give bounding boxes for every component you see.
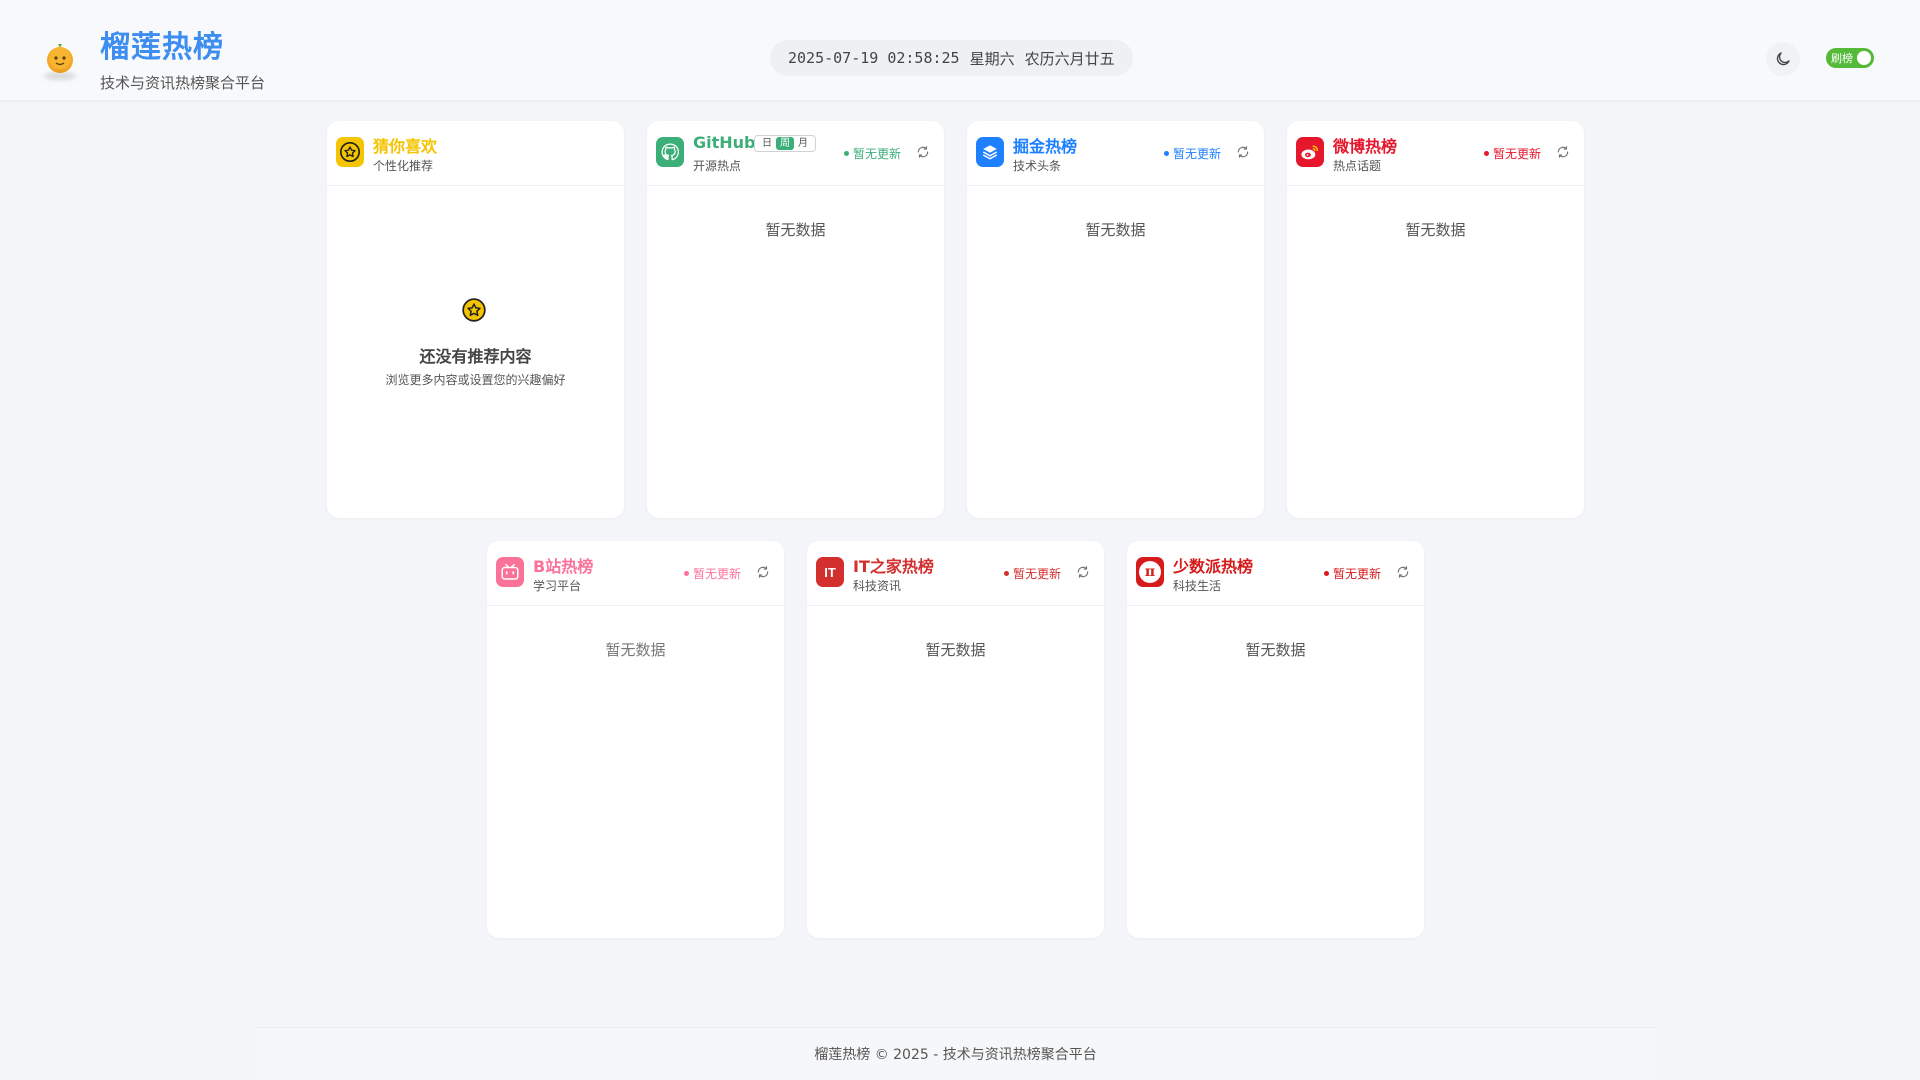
status-text: 暂无更新 (1013, 567, 1062, 581)
card-ithome: IT IT之家热榜 科技资讯 暂无更新 暂无数据 (807, 541, 1104, 938)
update-status: 暂无更新 (1484, 145, 1541, 162)
empty-data-text: 暂无数据 (765, 221, 826, 239)
status-dot (684, 571, 689, 576)
empty-data-text: 暂无数据 (605, 641, 666, 659)
status-dot (844, 151, 849, 156)
card-subtitle: 科技生活 (1173, 579, 1222, 593)
empty-data-text: 暂无数据 (1245, 641, 1306, 659)
status-dot (1004, 571, 1009, 576)
card-title: GitHub (693, 133, 756, 152)
durian-logo-icon[interactable] (42, 40, 78, 80)
status-dot (1484, 151, 1489, 156)
moon-icon (1776, 52, 1790, 66)
card-bilibili: B站热榜 学习平台 暂无更新 暂无数据 (487, 541, 784, 938)
card-subtitle: 开源热点 (693, 159, 742, 173)
datetime-weekday: 星期六 (969, 49, 1015, 68)
status-dot (1324, 571, 1329, 576)
refresh-icon (917, 146, 929, 158)
tab-day[interactable]: 日 (758, 137, 776, 150)
card-juejin: 掘金热榜 技术头条 暂无更新 暂无数据 (967, 121, 1264, 518)
juejin-layers-icon (976, 137, 1004, 167)
sspai-pi-glyph: π (1139, 561, 1161, 583)
datetime-display: 2025-07-19 02:58:25 星期六 农历六月廿五 (770, 40, 1133, 76)
card-header: IT IT之家热榜 科技资讯 暂无更新 (807, 541, 1104, 606)
card-title: 少数派热榜 (1173, 557, 1254, 576)
card-subtitle: 技术头条 (1013, 159, 1062, 173)
datetime-date: 2025-07-19 02:58:25 (788, 49, 960, 67)
card-guess-you-like: 猜你喜欢 个性化推荐 还没有推荐内容 浏览更多内容或设置您的兴趣偏好 (327, 121, 624, 518)
status-text: 暂无更新 (1173, 147, 1222, 161)
update-status: 暂无更新 (1324, 565, 1381, 582)
status-dot (1164, 151, 1169, 156)
period-tabs: 日 周 月 (754, 135, 816, 152)
card-header: π 少数派热榜 科技生活 暂无更新 (1127, 541, 1424, 606)
card-title: IT之家热榜 (853, 557, 934, 576)
tab-month[interactable]: 月 (794, 137, 812, 150)
card-header: 掘金热榜 技术头条 暂无更新 (967, 121, 1264, 186)
ithome-it-icon: IT (816, 557, 844, 587)
status-text: 暂无更新 (853, 147, 902, 161)
card-subtitle: 学习平台 (533, 579, 582, 593)
page-footer: 榴莲热榜 © 2025 - 技术与资讯热榜聚合平台 (255, 1027, 1656, 1080)
theme-toggle-button[interactable] (1766, 42, 1800, 76)
refresh-button[interactable] (1394, 563, 1412, 581)
refresh-icon (757, 566, 769, 578)
refresh-button[interactable] (1554, 143, 1572, 161)
toggle-knob (1857, 51, 1871, 65)
refresh-icon (1557, 146, 1569, 158)
toggle-label: 刷榜 (1831, 52, 1853, 65)
card-weibo: 微博热榜 热点话题 暂无更新 暂无数据 (1287, 121, 1584, 518)
card-header: B站热榜 学习平台 暂无更新 (487, 541, 784, 606)
card-subtitle: 个性化推荐 (373, 159, 434, 173)
empty-data-text: 暂无数据 (925, 641, 986, 659)
app-header: 榴莲热榜 技术与资讯热榜聚合平台 2025-07-19 02:58:25 星期六… (0, 0, 1920, 100)
star-badge-icon (461, 297, 487, 323)
status-text: 暂无更新 (693, 567, 742, 581)
empty-state-subtitle: 浏览更多内容或设置您的兴趣偏好 (385, 373, 566, 387)
card-github: GitHub 开源热点 日 周 月 暂无更新 暂无数据 (647, 121, 944, 518)
brand-subtitle: 技术与资讯热榜聚合平台 (100, 74, 266, 92)
empty-data-text: 暂无数据 (1405, 221, 1466, 239)
refresh-button[interactable] (914, 143, 932, 161)
refresh-icon (1397, 566, 1409, 578)
card-title: 微博热榜 (1333, 137, 1398, 156)
card-header: 微博热榜 热点话题 暂无更新 (1287, 121, 1584, 186)
star-badge-icon (336, 137, 364, 167)
refresh-icon (1237, 146, 1249, 158)
card-title: B站热榜 (533, 557, 594, 576)
datetime-lunar: 农历六月廿五 (1024, 49, 1115, 68)
refresh-button[interactable] (1074, 563, 1092, 581)
update-status: 暂无更新 (1164, 145, 1221, 162)
update-status: 暂无更新 (1004, 565, 1061, 582)
tab-week[interactable]: 周 (776, 137, 794, 150)
weibo-icon (1296, 137, 1324, 167)
update-status: 暂无更新 (844, 145, 901, 162)
refresh-button[interactable] (754, 563, 772, 581)
card-subtitle: 科技资讯 (853, 579, 902, 593)
status-text: 暂无更新 (1333, 567, 1382, 581)
card-sspai: π 少数派热榜 科技生活 暂无更新 暂无数据 (1127, 541, 1424, 938)
empty-state-title: 还没有推荐内容 (419, 347, 532, 366)
empty-data-text: 暂无数据 (1085, 221, 1146, 239)
brand-title: 榴莲热榜 (100, 30, 224, 65)
card-header: 猜你喜欢 个性化推荐 (327, 121, 624, 186)
refresh-icon (1077, 566, 1089, 578)
footer-text: 榴莲热榜 © 2025 - 技术与资讯热榜聚合平台 (814, 1047, 1097, 1063)
card-title: 猜你喜欢 (373, 137, 438, 156)
update-status: 暂无更新 (684, 565, 741, 582)
status-text: 暂无更新 (1493, 147, 1542, 161)
sspai-pi-icon: π (1136, 557, 1164, 587)
card-subtitle: 热点话题 (1333, 159, 1382, 173)
github-icon (656, 137, 684, 167)
auto-refresh-toggle[interactable]: 刷榜 (1826, 48, 1874, 68)
card-header: GitHub 开源热点 日 周 月 暂无更新 (647, 121, 944, 186)
refresh-button[interactable] (1234, 143, 1252, 161)
bilibili-tv-icon (496, 557, 524, 587)
card-title: 掘金热榜 (1013, 137, 1078, 156)
